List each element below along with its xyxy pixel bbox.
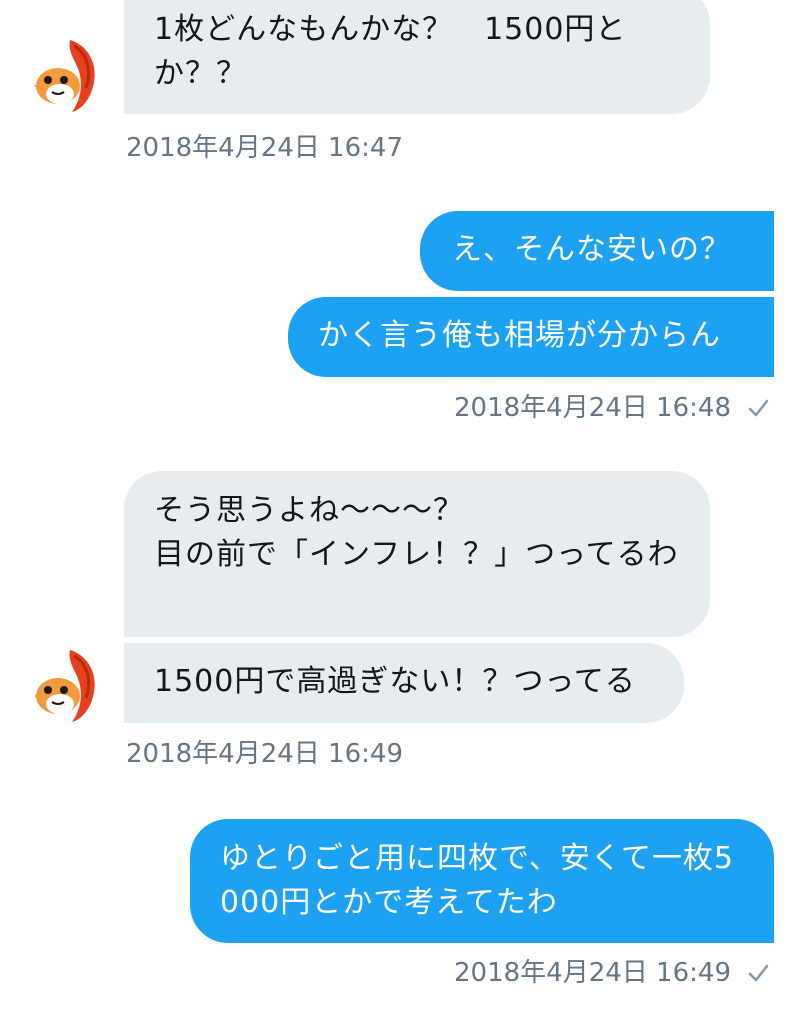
koi-fish-avatar-icon[interactable] — [30, 36, 100, 114]
outgoing-message-bubble[interactable]: ゆとりごと用に四枚で、安くて一枚5000円とかで考えてたわ — [190, 819, 774, 943]
incoming-message-bubble[interactable]: 1500円で高過ぎない！？つってる — [124, 643, 684, 723]
message-timestamp: 2018年4月24日 16:47 — [126, 133, 403, 163]
outgoing-message-bubble[interactable]: え、そんな安いの？ — [420, 211, 774, 291]
outgoing-message-bubble[interactable]: かく言う俺も相場が分からん — [288, 297, 774, 377]
incoming-message-bubble[interactable]: そう思うよね〜〜〜？ 目の前で「インフレ！？」つってるわ — [124, 471, 710, 637]
message-timestamp: 2018年4月24日 16:49 — [454, 958, 731, 988]
message-timestamp: 2018年4月24日 16:49 — [126, 739, 403, 769]
incoming-message-bubble[interactable]: 1枚どんなもんかな？ 1500円とか？？ — [124, 0, 710, 114]
checkmark-icon — [748, 399, 769, 417]
checkmark-icon — [748, 964, 769, 982]
message-timestamp: 2018年4月24日 16:48 — [454, 393, 731, 423]
koi-fish-avatar-icon[interactable] — [30, 646, 100, 724]
